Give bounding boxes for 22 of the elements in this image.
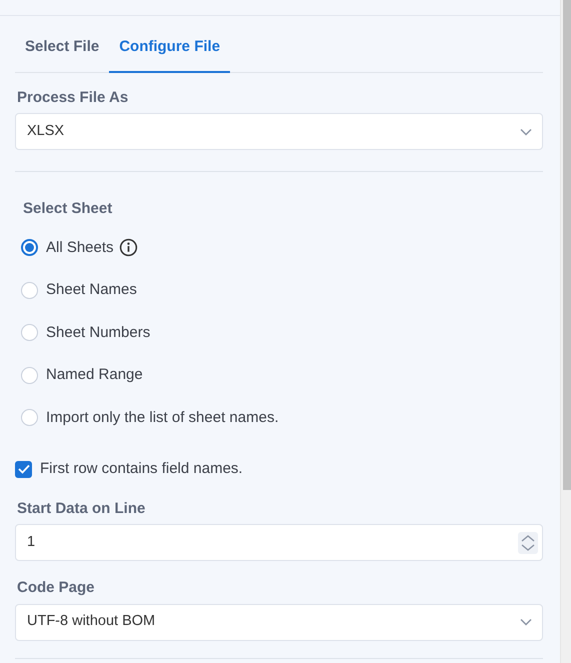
spinner-arrows-icon[interactable] [518, 532, 538, 554]
chevron-down-icon [520, 128, 532, 136]
option-label: Named Range [46, 365, 143, 385]
dropdown[interactable]: XLSX [15, 113, 543, 150]
field-label: Process File As [16, 88, 130, 108]
field-label: Start Data on Line [16, 498, 146, 518]
scrollbar-thumb[interactable] [563, 0, 571, 490]
chevron-down-icon [520, 618, 532, 626]
scrollbar[interactable] [560, 0, 571, 663]
number-field[interactable]: 1 [15, 524, 543, 561]
checkbox-label: First row contains field names. [40, 459, 243, 479]
option-label: All Sheets [46, 238, 114, 258]
checkbox[interactable] [15, 460, 32, 478]
dropdown[interactable]: UTF-8 without BOM [15, 604, 543, 640]
tab[interactable]: Configure File [109, 28, 230, 72]
option-label: Import only the list of sheet names. [46, 408, 279, 428]
field-label: Code Page [16, 578, 96, 598]
radio-button[interactable] [21, 239, 38, 256]
section-label: Select Sheet [22, 199, 114, 219]
tab[interactable]: Select File [15, 28, 110, 72]
option-label: Sheet Numbers [46, 322, 150, 342]
option-label: Sheet Names [46, 280, 137, 300]
